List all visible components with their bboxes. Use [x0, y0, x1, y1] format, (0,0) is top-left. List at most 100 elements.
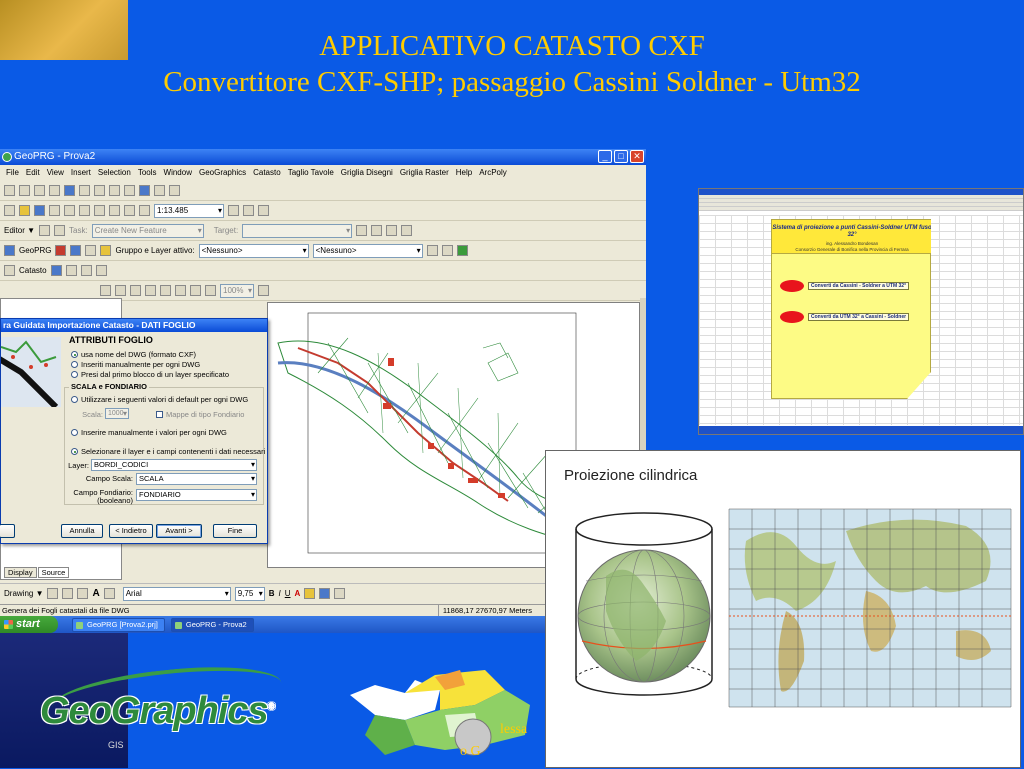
callout-icon[interactable] [103, 588, 115, 599]
arc-toolbox-icon[interactable] [243, 205, 254, 216]
full-extent-icon[interactable] [64, 185, 75, 196]
tab-source[interactable]: Source [37, 567, 70, 578]
search-layer-icon[interactable] [426, 245, 438, 256]
menu-griglia-raster[interactable]: Griglia Raster [400, 165, 449, 181]
font-color-icon[interactable]: A [295, 589, 301, 598]
sketch-properties-icon[interactable] [401, 225, 413, 236]
compass-icon[interactable] [100, 245, 112, 256]
taskbar-item-project[interactable]: GeoPRG [Prova2.prj] [72, 617, 165, 632]
info-icon[interactable] [55, 245, 67, 256]
checkbox-mappe-fondiario[interactable]: Mappe di tipo Fondiario [156, 410, 244, 419]
print-icon[interactable] [49, 205, 60, 216]
sketch-tool-icon[interactable] [54, 225, 66, 236]
find-icon[interactable] [154, 185, 165, 196]
select-features-icon[interactable] [109, 185, 120, 196]
convert-cassini-to-utm-button[interactable]: Converti da Cassini - Soldner a UTM 32° [808, 282, 910, 290]
campo-fondiario-select[interactable]: FONDIARIO [136, 489, 257, 501]
font-name-combo[interactable]: Arial [122, 586, 231, 601]
campo-scala-select[interactable]: SCALA [136, 473, 257, 485]
rectangle-icon[interactable] [77, 588, 89, 599]
menu-insert[interactable]: Insert [71, 165, 91, 181]
catasto-export-icon[interactable] [95, 265, 107, 276]
catasto-icon[interactable] [4, 265, 15, 276]
select-arrow-icon[interactable] [47, 588, 59, 599]
grid-icon[interactable] [456, 245, 468, 256]
taskbar-item-window[interactable]: GeoPRG - Prova2 [170, 617, 254, 632]
cancel-button[interactable]: Annulla [61, 524, 103, 538]
close-button[interactable]: ✕ [630, 150, 644, 163]
radio-manual-values[interactable]: Inserire manualmente i valori per ogni D… [71, 428, 227, 437]
radio-default-values[interactable]: Utilizzare i seguenti valori di default … [71, 395, 248, 404]
font-size-combo[interactable]: 9,75 [234, 586, 265, 601]
layout-fixed-in-icon[interactable] [175, 285, 186, 296]
layout-zoom-in-icon[interactable] [100, 285, 111, 296]
forward-arrow-icon[interactable] [94, 185, 105, 196]
menu-geographics[interactable]: GeoGraphics [199, 165, 246, 181]
red-button-oval[interactable] [780, 311, 804, 323]
whats-this-icon[interactable] [258, 205, 269, 216]
catasto-save-icon[interactable] [80, 265, 92, 276]
convert-icon[interactable] [65, 265, 77, 276]
split-tool-icon[interactable] [356, 225, 368, 236]
menu-selection[interactable]: Selection [98, 165, 131, 181]
drawing-menu[interactable]: Drawing ▼ [4, 589, 43, 598]
underline-button[interactable]: U [285, 589, 291, 598]
tab-display[interactable]: Display [4, 567, 37, 578]
layout-fixed-out-icon[interactable] [190, 285, 201, 296]
import-wizard-dialog[interactable]: ra Guidata Importazione Catasto - DATI F… [0, 318, 268, 544]
geoprg-chart-icon[interactable] [4, 245, 15, 256]
layer-group-combo-2[interactable]: <Nessuno> [312, 243, 423, 258]
menu-edit[interactable]: Edit [26, 165, 40, 181]
menu-help[interactable]: Help [456, 165, 472, 181]
import-icon[interactable] [50, 265, 62, 276]
copy-icon[interactable] [79, 205, 90, 216]
layout-zoom-out-icon[interactable] [115, 285, 126, 296]
italic-button[interactable]: I [279, 589, 281, 598]
layout-zoom-100-icon[interactable] [160, 285, 171, 296]
target-combo[interactable] [242, 223, 353, 238]
layer-tools-icon[interactable] [441, 245, 453, 256]
radio-manual-per-dwg[interactable]: Inseriti manualmente per ogni DWG [71, 360, 200, 369]
editor-toolbar-icon[interactable] [228, 205, 239, 216]
open-icon[interactable] [19, 205, 30, 216]
undo-icon[interactable] [124, 205, 135, 216]
start-button[interactable]: start [0, 616, 58, 633]
delete-icon[interactable] [109, 205, 120, 216]
edit-tool-icon[interactable] [39, 225, 51, 236]
bold-button[interactable]: B [269, 589, 275, 598]
attributes-icon[interactable] [386, 225, 398, 236]
measure-icon[interactable] [169, 185, 180, 196]
table-icon[interactable] [70, 245, 82, 256]
layout-zoom-combo[interactable]: 100% [220, 283, 254, 298]
back-arrow-icon[interactable] [79, 185, 90, 196]
radio-first-block[interactable]: Presi dal primo blocco di un layer speci… [71, 370, 229, 379]
scala-input[interactable]: 1000 [105, 408, 129, 419]
fill-color-icon[interactable] [304, 588, 316, 599]
layer-group-combo-1[interactable]: <Nessuno> [198, 243, 309, 258]
red-button-oval[interactable] [780, 280, 804, 292]
layer-select[interactable]: BORDI_CODICI [91, 459, 257, 471]
menu-griglia-disegni[interactable]: Griglia Disegni [341, 165, 393, 181]
scale-combo[interactable]: 1:13.485 [154, 203, 224, 218]
layout-toggle-icon[interactable] [258, 285, 269, 296]
layout-pan-icon[interactable] [130, 285, 141, 296]
zoom-out-icon[interactable] [19, 185, 30, 196]
next-button[interactable]: Avanti > [156, 524, 202, 538]
help-button[interactable] [0, 524, 15, 538]
task-combo[interactable]: Create New Feature [91, 223, 204, 238]
text-tool-icon[interactable]: A [92, 588, 99, 599]
finish-button[interactable]: Fine [213, 524, 257, 538]
pan-icon[interactable] [49, 185, 60, 196]
menu-tools[interactable]: Tools [138, 165, 157, 181]
rotate-tool-icon[interactable] [371, 225, 383, 236]
convert-utm-to-cassini-button[interactable]: Converti da UTM 32° a Cassini - Soldner [808, 313, 910, 321]
maximize-button[interactable]: □ [614, 150, 628, 163]
rotate-icon[interactable] [62, 588, 74, 599]
save-icon[interactable] [34, 205, 45, 216]
redo-icon[interactable] [139, 205, 150, 216]
catasto-label[interactable]: Catasto [19, 266, 47, 275]
identify-icon[interactable] [139, 185, 150, 196]
new-icon[interactable] [4, 205, 15, 216]
menu-window[interactable]: Window [164, 165, 192, 181]
zoom-in-icon[interactable] [4, 185, 15, 196]
